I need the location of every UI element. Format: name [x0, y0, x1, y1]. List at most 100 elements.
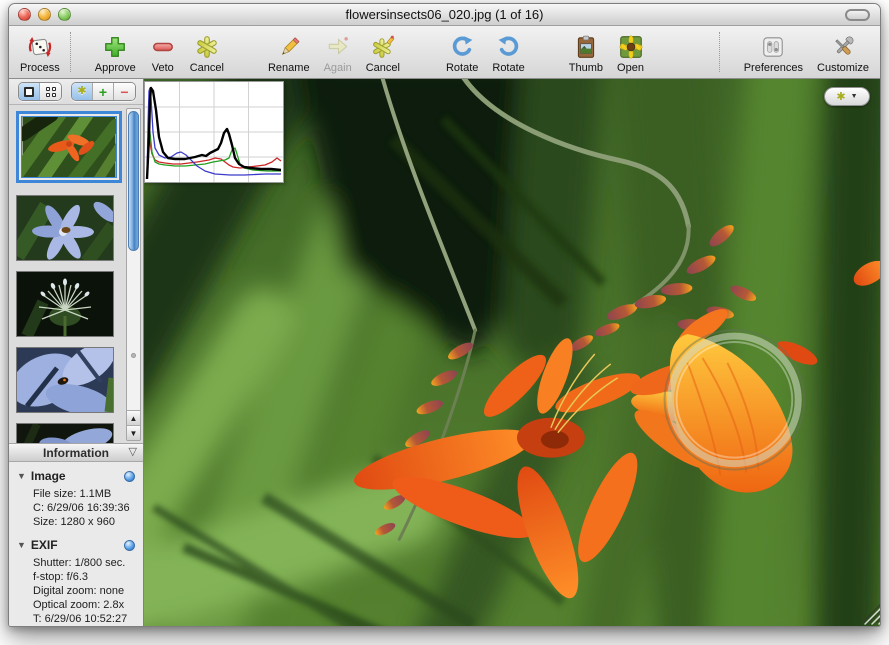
cancel-tag-label: Cancel	[190, 62, 224, 75]
rotate-cw-button[interactable]: Rotate	[439, 28, 485, 78]
sidebar-controls: ✱ + −	[9, 79, 143, 105]
created-date-row: C: 6/29/06 16:39:36	[33, 501, 135, 515]
cancel-tag-button[interactable]: Cancel	[183, 28, 231, 78]
rotate-ccw-label: Rotate	[492, 62, 524, 75]
thumbnail-blue-agapanthus-fly[interactable]	[16, 347, 114, 413]
veto-button[interactable]: Veto	[143, 28, 183, 78]
process-button[interactable]: Process	[13, 28, 67, 78]
shutter-row: Shutter: 1/800 sec.	[33, 556, 135, 570]
thumbnail-scrollbar[interactable]: ▲ ▼	[126, 108, 141, 441]
toolbar-separator	[719, 32, 720, 72]
plus-icon: +	[99, 85, 107, 99]
preview-area: ✱ ▼	[144, 79, 880, 626]
asterisk-icon: ✱	[77, 86, 86, 97]
thumbnail-agapanthus-bud-spike[interactable]	[16, 271, 114, 337]
image-section-rows: File size: 1.1MB C: 6/29/06 16:39:36 Siz…	[17, 483, 135, 529]
scroll-down-button[interactable]: ▼	[127, 425, 140, 440]
optical-zoom-row: Optical zoom: 2.8x	[33, 598, 135, 612]
tag-approve-button[interactable]: +	[93, 83, 114, 100]
exif-section-rows: Shutter: 1/800 sec. f-stop: f/6.3 Digita…	[17, 552, 135, 626]
fstop-row: f-stop: f/6.3	[33, 570, 135, 584]
exif-section-title: EXIF	[31, 538, 58, 552]
sidebar: ✱ + −	[9, 79, 144, 626]
rotate-counterclockwise-icon	[496, 32, 522, 62]
thumbnail-blue-agapanthus-bee[interactable]	[16, 195, 114, 261]
single-view-icon	[24, 87, 34, 97]
information-title: Information	[43, 446, 109, 460]
tag-filter-control: ✱ + −	[71, 82, 136, 101]
again-label: Again	[324, 62, 352, 75]
rename-button[interactable]: Rename	[261, 28, 317, 78]
again-button[interactable]: Again	[317, 28, 359, 78]
open-label: Open	[617, 62, 644, 75]
open-button[interactable]: Open	[610, 28, 651, 78]
blue-orb-icon[interactable]	[124, 540, 135, 551]
cancel-rename-asterisk-icon	[370, 32, 396, 62]
rotate-ccw-button[interactable]: Rotate	[485, 28, 531, 78]
preferences-switches-icon	[760, 32, 786, 62]
process-dice-icon	[27, 32, 53, 62]
blue-orb-icon[interactable]	[124, 471, 135, 482]
titlebar[interactable]: flowersinsects06_020.jpg (1 of 16)	[9, 4, 880, 26]
cancel-asterisk-icon	[194, 32, 220, 62]
histogram-panel	[144, 81, 284, 183]
file-size-row: File size: 1.1MB	[33, 487, 135, 501]
digital-zoom-row: Digital zoom: none	[33, 584, 135, 598]
content-area: ✱ + −	[9, 79, 880, 626]
single-view-button[interactable]	[19, 83, 40, 100]
approve-plus-icon	[102, 32, 128, 62]
image-section-header[interactable]: ▼ Image	[17, 469, 135, 483]
thumb-label: Thumb	[569, 62, 603, 75]
tag-veto-button[interactable]: −	[114, 83, 135, 100]
customize-button[interactable]: Customize	[810, 28, 876, 78]
thumbnail-orange-crocosmia[interactable]	[16, 111, 122, 183]
again-arrow-icon	[325, 32, 351, 62]
preferences-button[interactable]: Preferences	[737, 28, 810, 78]
scrollbar-thumb[interactable]	[128, 111, 139, 251]
thumbnail-list: ▲ ▼	[9, 105, 143, 443]
customize-tools-icon	[830, 32, 856, 62]
disclosure-triangle-icon[interactable]: ▼	[17, 540, 26, 550]
cancel-rename-label: Cancel	[366, 62, 400, 75]
toolbar: Process Approve Veto	[9, 26, 880, 79]
rename-pencil-icon	[276, 32, 302, 62]
approve-button[interactable]: Approve	[88, 28, 143, 78]
toolbar-toggle-button[interactable]	[845, 9, 870, 21]
view-mode-control	[18, 82, 62, 101]
approve-label: Approve	[95, 62, 136, 75]
grid-view-icon	[46, 87, 56, 97]
minus-icon: −	[120, 85, 128, 99]
process-label: Process	[20, 62, 60, 75]
disclosure-triangle-icon[interactable]: ▼	[17, 471, 26, 481]
exif-section-header[interactable]: ▼ EXIF	[17, 538, 135, 552]
rename-label: Rename	[268, 62, 310, 75]
collapse-triangle-icon[interactable]: ▽	[129, 445, 137, 458]
scroll-up-button[interactable]: ▲	[127, 410, 140, 425]
tag-cancel-button[interactable]: ✱	[72, 83, 93, 100]
screenshot-page: flowersinsects06_020.jpg (1 of 16) Proce…	[0, 0, 889, 645]
thumbnail-blue-agapanthus-partial[interactable]	[16, 423, 114, 443]
veto-label: Veto	[152, 62, 174, 75]
open-sunflower-icon	[618, 32, 644, 62]
taken-date-row: T: 6/29/06 10:52:27	[33, 612, 135, 626]
asterisk-icon: ✱	[836, 90, 845, 103]
tag-dropdown-button[interactable]: ✱ ▼	[824, 87, 870, 106]
customize-label: Customize	[817, 62, 869, 75]
grid-view-button[interactable]	[40, 83, 61, 100]
thumb-clipboard-icon	[573, 32, 599, 62]
window-title: flowersinsects06_020.jpg (1 of 16)	[9, 7, 880, 22]
rotate-cw-label: Rotate	[446, 62, 478, 75]
information-panel: Information ▽ ▼ Image File size: 1.1MB C…	[9, 443, 143, 626]
thumb-button[interactable]: Thumb	[562, 28, 610, 78]
toolbar-separator	[70, 32, 71, 72]
cancel-rename-button[interactable]: Cancel	[359, 28, 407, 78]
image-section-title: Image	[31, 469, 66, 483]
toolbar-spacer	[651, 28, 716, 78]
app-window: flowersinsects06_020.jpg (1 of 16) Proce…	[8, 3, 881, 627]
dimensions-row: Size: 1280 x 960	[33, 515, 135, 529]
information-header[interactable]: Information ▽	[9, 444, 143, 462]
preferences-label: Preferences	[744, 62, 803, 75]
rotate-clockwise-icon	[449, 32, 475, 62]
scrollbar-dot	[131, 353, 136, 358]
veto-minus-icon	[150, 32, 176, 62]
